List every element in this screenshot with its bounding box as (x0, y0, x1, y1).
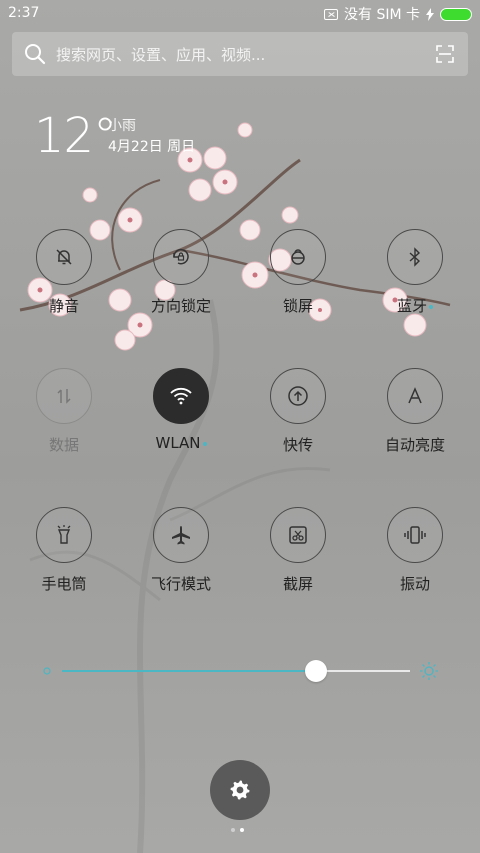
data-arrows-icon (36, 368, 92, 424)
wifi-icon (153, 368, 209, 424)
tile-flashlight[interactable]: 手电筒 (9, 507, 119, 594)
tile-label: 数据 (48, 436, 79, 454)
tile-label: 静音 (48, 297, 79, 315)
tile-lock-screen[interactable]: 锁屏 (243, 229, 353, 316)
tile-screenshot[interactable]: 截屏 (243, 507, 353, 594)
weather-condition: 小雨 (108, 118, 136, 134)
tile-vibrate[interactable]: 振动 (360, 507, 470, 594)
tile-label: 快传 (282, 436, 313, 454)
clock: 2:37 (8, 5, 40, 21)
tile-wlan[interactable]: WLAN (126, 368, 236, 452)
tile-label-text: WLAN (155, 434, 201, 452)
tile-label: 振动 (399, 575, 430, 593)
weather-info: 小雨 4月22日 周日 (108, 116, 195, 158)
auto-brightness-icon (387, 368, 443, 424)
temperature: 12° (34, 108, 117, 164)
brightness-slider[interactable] (38, 656, 442, 686)
tile-quick-transfer[interactable]: 快传 (243, 368, 353, 455)
bell-off-icon (36, 229, 92, 285)
vibrate-icon (387, 507, 443, 563)
tile-bluetooth[interactable]: 蓝牙 (360, 229, 470, 316)
status-bar: 2:37 没有 SIM 卡 (0, 0, 480, 28)
status-icons: 没有 SIM 卡 (324, 4, 472, 24)
airplane-icon (153, 507, 209, 563)
tile-label: 手电筒 (41, 575, 87, 593)
tile-label: 方向锁定 (150, 297, 211, 315)
brightness-fill (62, 670, 317, 672)
flashlight-icon (36, 507, 92, 563)
brightness-high-icon (420, 662, 438, 680)
tile-airplane-mode[interactable]: 飞行模式 (126, 507, 236, 594)
page-dot (231, 828, 235, 832)
tile-label: 自动亮度 (384, 436, 445, 454)
gear-icon (230, 780, 250, 800)
status-dot (202, 442, 207, 446)
brightness-thumb[interactable] (305, 660, 328, 682)
tile-label: 截屏 (282, 575, 313, 593)
scan-icon[interactable] (436, 45, 454, 63)
tile-label: 锁屏 (282, 297, 313, 315)
page-dot-active (240, 828, 244, 832)
no-sim-icon (324, 8, 338, 20)
search-icon (25, 44, 46, 65)
status-dot (429, 305, 433, 309)
tile-mute[interactable]: 静音 (9, 229, 119, 316)
tile-auto-brightness[interactable]: 自动亮度 (360, 368, 470, 455)
tile-data[interactable]: 数据 (9, 368, 119, 455)
tile-label-text: 蓝牙 (396, 297, 427, 315)
rotation-lock-icon (153, 229, 209, 285)
brightness-low-icon (43, 667, 51, 675)
tile-label: WLAN (126, 434, 236, 452)
carrier-text: 没有 SIM 卡 (344, 7, 420, 23)
weather-date: 4月22日 周日 (108, 139, 196, 155)
search-bar[interactable]: 搜索网页、设置、应用、视频... (12, 32, 468, 76)
screenshot-icon (270, 507, 326, 563)
tile-label: 飞行模式 (150, 575, 211, 593)
search-placeholder: 搜索网页、设置、应用、视频... (56, 46, 266, 64)
upload-icon (270, 368, 326, 424)
tile-rotation-lock[interactable]: 方向锁定 (126, 229, 236, 316)
battery-icon (440, 7, 472, 21)
charging-icon (426, 7, 434, 21)
lock-icon (270, 229, 326, 285)
tile-label: 蓝牙 (360, 295, 470, 316)
settings-button[interactable] (210, 760, 270, 820)
page-indicator (231, 828, 244, 832)
bluetooth-icon (387, 229, 443, 285)
